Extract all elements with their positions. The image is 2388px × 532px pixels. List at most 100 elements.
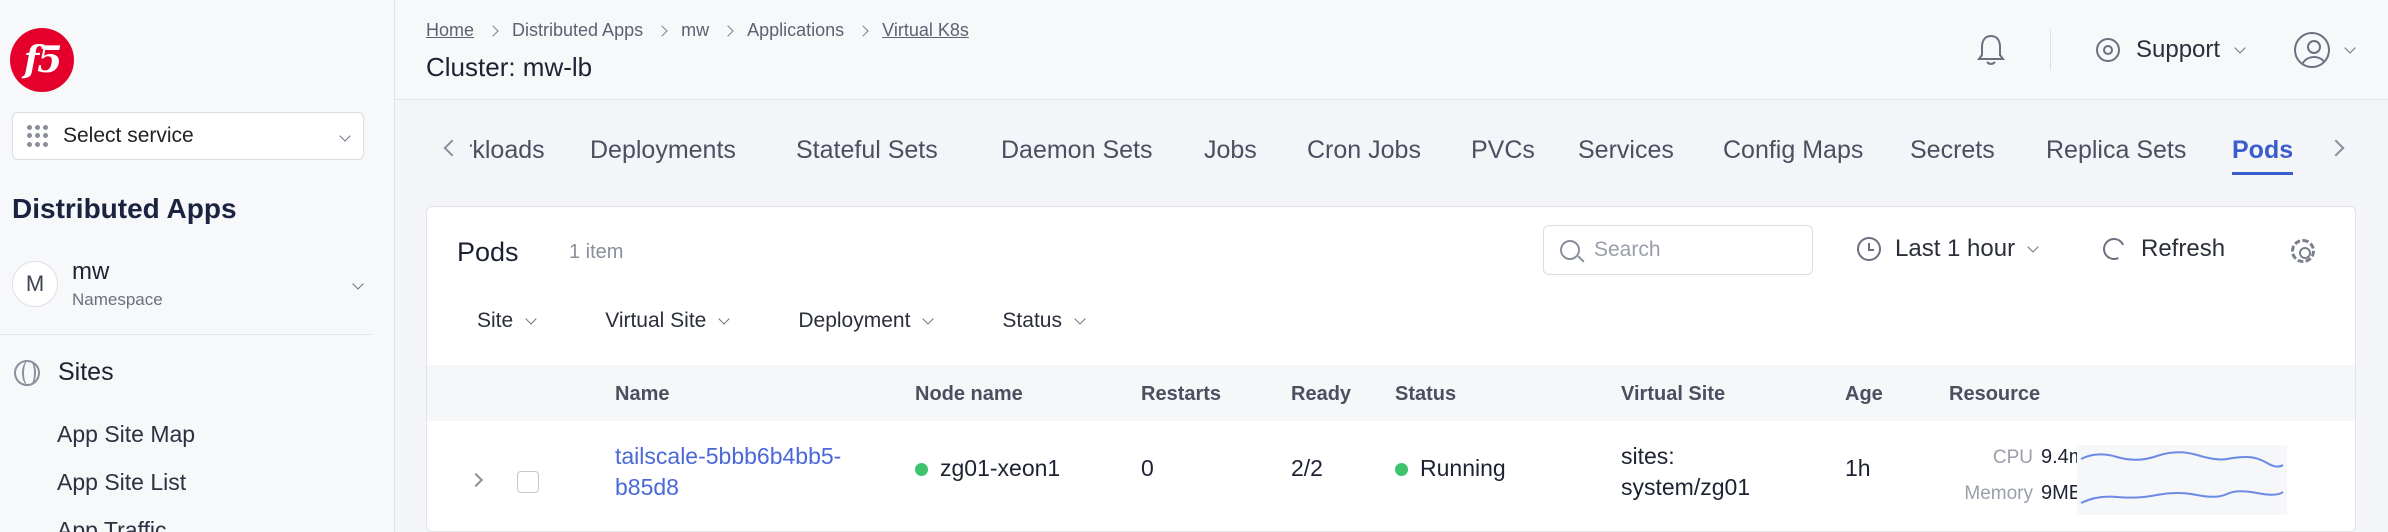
sidebar-item-app-traffic[interactable]: App Traffic	[57, 517, 167, 532]
column-header-age[interactable]: Age	[1845, 383, 1883, 406]
refresh-button[interactable]: Refresh	[2099, 234, 2225, 264]
memory-value: 9MB	[2041, 482, 2083, 504]
time-range-label: Last 1 hour	[1895, 235, 2016, 262]
column-header-name[interactable]: Name	[615, 383, 669, 406]
chevron-down-icon	[2027, 241, 2039, 253]
tab-cron-jobs[interactable]: Cron Jobs	[1307, 136, 1421, 165]
ready-cell: 2/2	[1291, 455, 1323, 481]
sidebar-item-sites[interactable]: Sites	[14, 358, 114, 387]
row-checkbox[interactable]	[517, 471, 539, 493]
column-header-ready[interactable]: Ready	[1291, 383, 1351, 406]
breadcrumb-distributed-apps: Distributed Apps	[512, 20, 644, 40]
user-menu[interactable]	[2294, 32, 2356, 68]
column-header-virtual-site[interactable]: Virtual Site	[1621, 383, 1725, 406]
select-service-dropdown[interactable]: Select service	[12, 112, 364, 160]
tabs-scroll-left-icon[interactable]	[443, 139, 461, 157]
sidebar-item-app-site-map[interactable]: App Site Map	[57, 421, 195, 448]
filter-site[interactable]: Site	[477, 309, 537, 333]
chevron-right-icon	[487, 24, 499, 37]
column-header-restarts[interactable]: Restarts	[1141, 383, 1221, 406]
tab-deployments[interactable]: Deployments	[590, 136, 736, 165]
tab-jobs[interactable]: Jobs	[1204, 136, 1257, 165]
breadcrumb-applications: Applications	[747, 20, 845, 40]
select-service-label: Select service	[63, 124, 194, 147]
resource-sparkline	[2077, 445, 2287, 515]
section-title: Distributed Apps	[12, 193, 237, 224]
chevron-down-icon	[2234, 42, 2246, 54]
clock-icon	[1857, 237, 1881, 261]
lifebuoy-icon	[2096, 38, 2120, 62]
filter-virtual-site[interactable]: Virtual Site	[605, 309, 731, 333]
f5-logo[interactable]: f5	[10, 28, 74, 92]
expand-row-icon[interactable]	[468, 472, 484, 488]
status-running-dot	[1395, 463, 1408, 477]
breadcrumb-namespace: mw	[681, 20, 710, 40]
item-count: 1 item	[569, 241, 624, 263]
filter-deployment[interactable]: Deployment	[798, 309, 935, 333]
restarts-cell: 0	[1141, 455, 1154, 481]
chevron-down-icon	[339, 130, 351, 142]
header-divider	[2050, 30, 2051, 70]
tab-workloads[interactable]: Workloads	[470, 136, 545, 165]
column-header-resource[interactable]: Resource	[1949, 383, 2040, 406]
sidebar: f5 Select service Distributed Apps M mw …	[0, 0, 395, 532]
pods-card: Pods 1 item Last 1 hour Refresh Site Vir…	[426, 206, 2356, 532]
chevron-down-icon	[2344, 42, 2356, 54]
search-box	[1543, 225, 1813, 275]
tab-pvcs[interactable]: PVCs	[1471, 136, 1535, 165]
chevron-down-icon	[1074, 313, 1086, 325]
sidebar-item-app-site-list[interactable]: App Site List	[57, 469, 186, 496]
refresh-icon	[2099, 234, 2129, 264]
tabs-scroll-right-icon[interactable]	[2327, 139, 2345, 157]
filter-label: Site	[477, 309, 514, 332]
globe-icon	[14, 359, 40, 386]
tab-stateful-sets[interactable]: Stateful Sets	[796, 136, 938, 165]
chevron-right-icon	[857, 24, 869, 37]
pod-name-link[interactable]: tailscale-5bbb6b4bb5- b85d8	[615, 441, 841, 503]
search-input[interactable]	[1594, 238, 1794, 262]
namespace-name: mw	[72, 258, 110, 285]
tab-daemon-sets[interactable]: Daemon Sets	[1001, 136, 1152, 165]
time-range-selector[interactable]: Last 1 hour	[1857, 235, 2039, 263]
node-status-dot	[915, 463, 928, 477]
support-menu[interactable]: Support	[2096, 36, 2246, 64]
tab-config-maps[interactable]: Config Maps	[1723, 136, 1863, 165]
apps-grid-icon	[27, 125, 49, 147]
table-row: tailscale-5bbb6b4bb5- b85d8 zg01-xeon1 0…	[427, 421, 2355, 531]
sidebar-divider	[0, 334, 372, 335]
resource-tabs: Workloads Deployments Stateful Sets Daem…	[396, 100, 2388, 200]
sidebar-item-label: Sites	[58, 358, 114, 386]
filter-bar: Site Virtual Site Deployment Status	[477, 309, 1154, 333]
card-title: Pods	[457, 237, 519, 267]
age-cell: 1h	[1845, 455, 1871, 481]
virtual-site-cell: sites: system/zg01	[1621, 443, 1751, 500]
chevron-down-icon	[352, 278, 364, 290]
chevron-down-icon	[525, 313, 537, 325]
user-avatar-icon	[2294, 32, 2330, 68]
chevron-down-icon	[718, 313, 731, 325]
filter-label: Deployment	[798, 309, 911, 332]
filter-status[interactable]: Status	[1002, 309, 1086, 333]
breadcrumb-home[interactable]: Home	[426, 20, 474, 41]
namespace-selector[interactable]: M mw Namespace	[12, 250, 372, 318]
node-name-cell: zg01-xeon1	[915, 455, 1060, 482]
filter-label: Status	[1002, 309, 1062, 332]
column-header-status[interactable]: Status	[1395, 383, 1456, 406]
page-title: Cluster: mw-lb	[426, 52, 593, 82]
search-icon	[1560, 240, 1580, 260]
tab-replica-sets[interactable]: Replica Sets	[2046, 136, 2186, 165]
breadcrumb: Home Distributed Apps mw Applications Vi…	[426, 20, 969, 41]
bell-icon[interactable]	[1976, 33, 2006, 67]
breadcrumb-virtual-k8s[interactable]: Virtual K8s	[882, 20, 969, 41]
tab-services[interactable]: Services	[1578, 136, 1674, 165]
tab-secrets[interactable]: Secrets	[1910, 136, 1995, 165]
support-label: Support	[2136, 36, 2221, 63]
chevron-right-icon	[722, 24, 734, 37]
tab-pods[interactable]: Pods	[2232, 136, 2294, 175]
filter-label: Virtual Site	[605, 309, 707, 332]
top-header: Home Distributed Apps mw Applications Vi…	[396, 0, 2388, 100]
column-header-node-name[interactable]: Node name	[915, 383, 1023, 406]
gear-icon[interactable]	[2291, 239, 2315, 263]
status-cell: Running	[1395, 455, 1506, 482]
cpu-label: CPU	[1992, 447, 2033, 468]
